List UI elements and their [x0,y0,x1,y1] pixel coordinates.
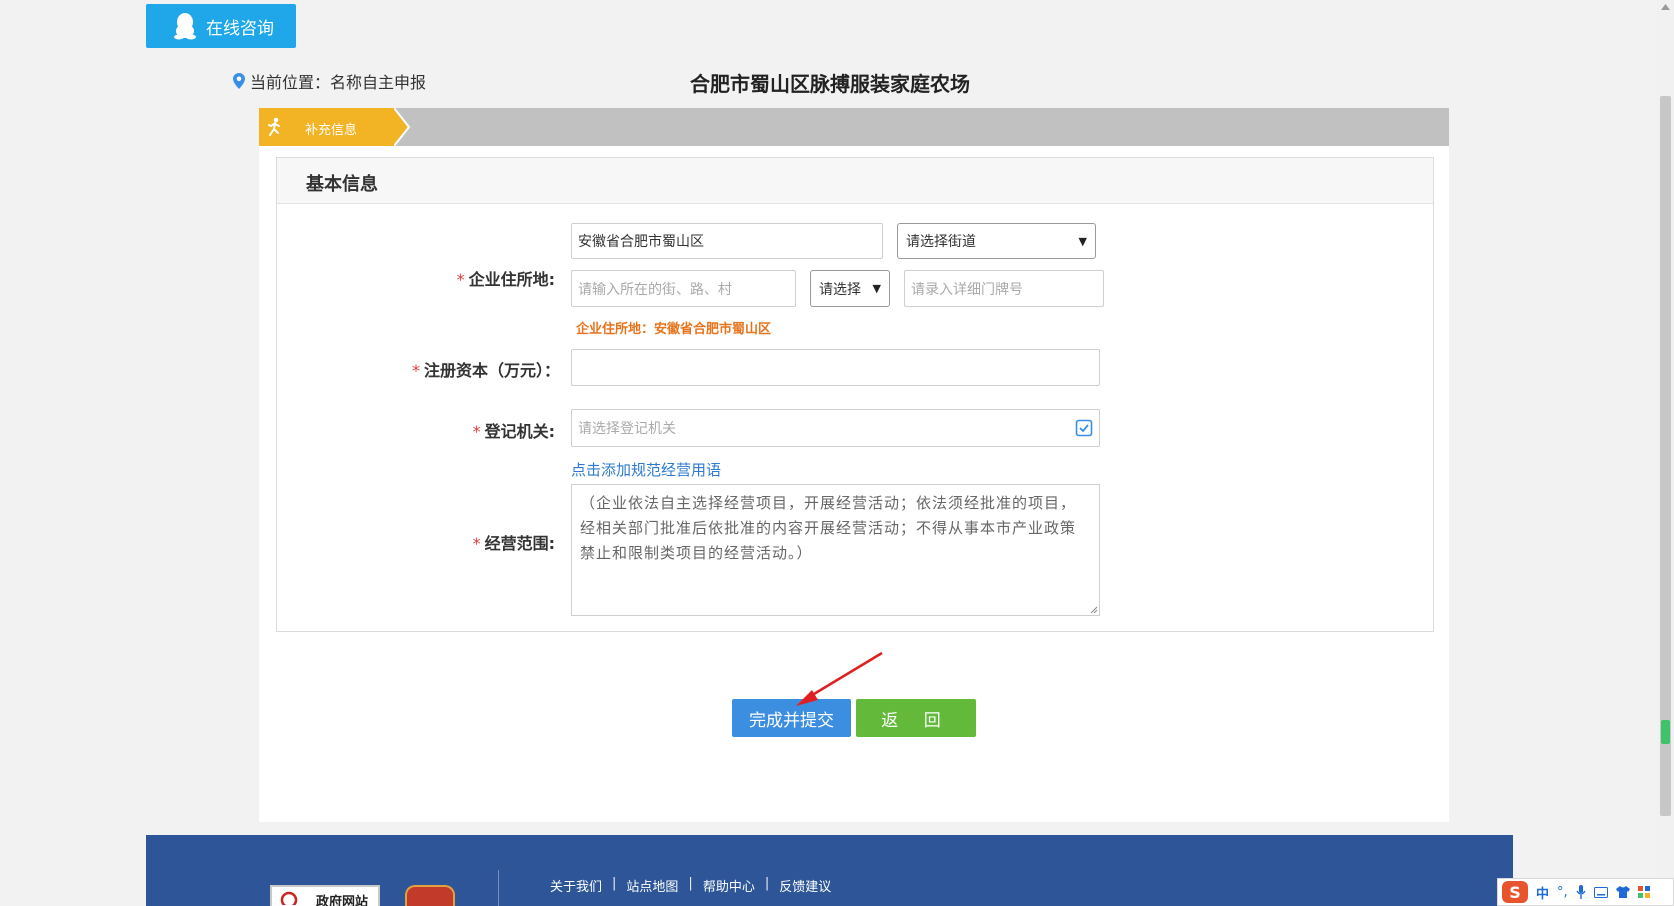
gov-website-badge[interactable]: 政府网站 [270,885,380,906]
footer-link-about[interactable]: 关于我们 [550,876,602,895]
address-label-text: 企业住所地: [468,270,555,289]
step-separator-icon [394,108,410,146]
ime-mode[interactable]: 中 [1536,883,1549,902]
required-mark: * [411,361,420,380]
step-bar [259,108,1449,146]
microphone-icon[interactable] [1576,885,1586,899]
footer-separator: | [612,876,617,891]
annotation-arrow-icon [796,651,883,706]
footer-separator: | [688,876,693,891]
required-mark: * [472,422,481,441]
registry-select-field[interactable]: 请选择登记机关 [571,409,1100,447]
house-number-input[interactable]: 请录入详细门牌号 [904,270,1104,307]
business-scope-value: （企业依法自主选择经营项目，开展经营活动；依法须经批准的项目，经相关部门批准后依… [580,494,1077,562]
scroll-up-icon[interactable] [1660,2,1671,12]
online-consult-button[interactable]: 在线咨询 [146,4,296,48]
capital-input[interactable] [571,349,1100,386]
registry-placeholder: 请选择登记机关 [578,421,676,437]
registry-label-text: 登记机关: [484,422,555,441]
section-title: 基本信息 [306,174,378,195]
shirt-icon[interactable] [1615,886,1630,898]
address-label: * 企业住所地: [355,266,555,290]
footer-link-sitemap[interactable]: 站点地图 [626,876,678,895]
select-checkbox-icon[interactable] [1075,419,1093,437]
footer-link-feedback[interactable]: 反馈建议 [779,876,831,895]
road-type-value: 请选择 [819,281,861,298]
ime-logo-icon[interactable]: S [1502,881,1528,903]
address-region-value: 安徽省合肥市蜀山区 [578,234,704,250]
footer-link-help[interactable]: 帮助中心 [703,876,755,895]
page-title: 合肥市蜀山区脉搏服装家庭农场 [690,72,970,96]
resize-grip-icon[interactable] [1090,606,1098,614]
scope-label: * 经营范围: [355,530,555,554]
add-standard-terms-link[interactable]: 点击添加规范经营用语 [571,459,721,480]
breadcrumb: 当前位置：名称自主申报 [233,70,426,92]
street-select[interactable]: 请选择街道 ▼ [897,223,1096,259]
gov-badge-label: 政府网站 [316,895,369,906]
capital-label: * 注册资本（万元）： [360,357,560,381]
grid-icon[interactable] [1637,886,1650,898]
street-select-value: 请选择街道 [906,234,976,250]
scope-label-text: 经营范围: [484,534,555,553]
ime-toolbar[interactable]: S 中 °, [1497,878,1674,906]
gov-logo-icon [280,891,298,905]
required-mark: * [456,270,465,289]
road-type-select[interactable]: 请选择 ▼ [810,270,890,307]
address-region-field[interactable]: 安徽省合肥市蜀山区 [571,223,883,259]
registry-label: * 登记机关: [355,418,555,442]
running-person-icon [268,117,280,136]
keyboard-icon[interactable] [1593,886,1608,898]
location-pin-icon [233,73,245,89]
footer-separator: | [764,876,770,891]
scroll-indicator [1661,720,1670,744]
step-supplementary-info[interactable]: 补充信息 [259,108,409,146]
scrollbar-thumb[interactable] [1660,96,1671,816]
ime-punctuation[interactable]: °, [1557,885,1568,900]
required-mark: * [472,534,481,553]
emblem-icon [405,885,455,906]
footer-links: 关于我们 | 站点地图 | 帮助中心 | 反馈建议 [550,876,831,895]
basic-info-header [277,158,1433,204]
road-input[interactable]: 请输入所在的街、路、村 [571,270,796,307]
online-consult-label: 在线咨询 [206,18,274,39]
business-scope-textarea[interactable]: （企业依法自主选择经营项目，开展经营活动；依法须经批准的项目，经相关部门批准后依… [571,484,1100,616]
chevron-down-icon: ▼ [872,282,881,295]
footer-divider [498,870,499,906]
road-placeholder: 请输入所在的街、路、村 [578,281,732,298]
house-number-placeholder: 请录入详细门牌号 [911,281,1023,298]
chevron-down-icon: ▼ [1078,234,1087,248]
step-label: 补充信息 [305,123,358,138]
breadcrumb-text: 当前位置：名称自主申报 [250,73,427,92]
address-hint: 企业住所地：安徽省合肥市蜀山区 [576,322,772,337]
qq-penguin-icon [174,13,196,40]
capital-label-text: 注册资本（万元）： [423,361,560,380]
